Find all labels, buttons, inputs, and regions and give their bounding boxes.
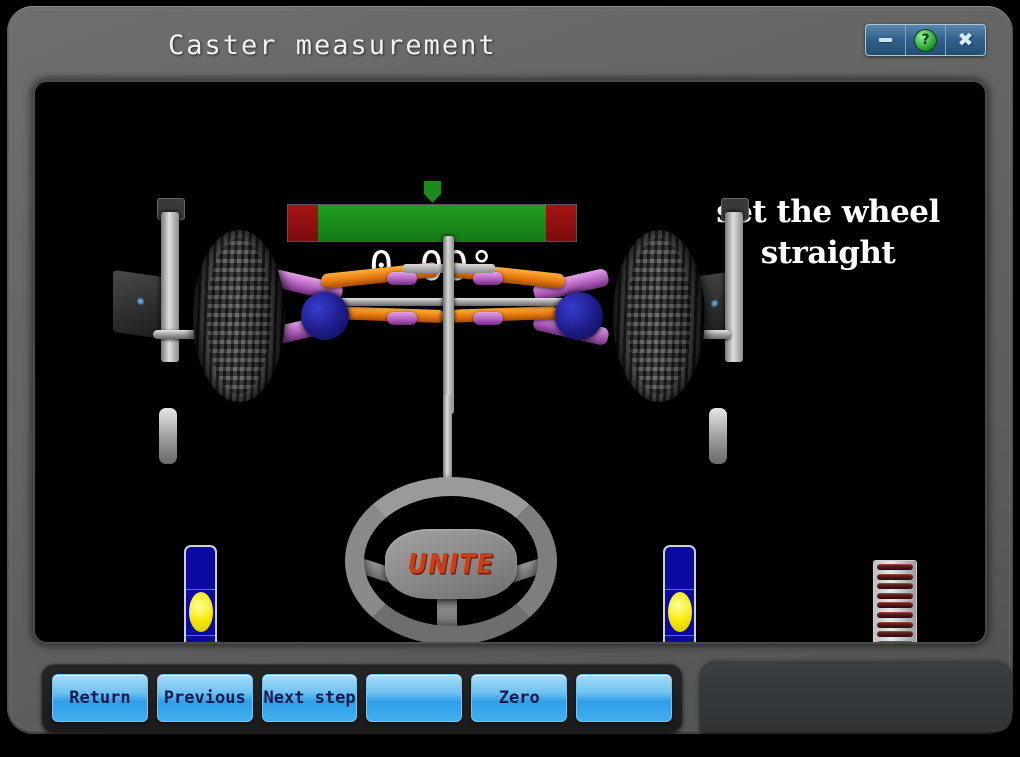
steering-column-shaft [443, 236, 454, 414]
ladder-rung [877, 640, 913, 642]
toolbar-button-blank-5[interactable] [576, 674, 672, 722]
help-icon: ? [914, 28, 937, 52]
ladder-rung [877, 573, 913, 580]
toolbar-button-zero[interactable]: Zero [471, 674, 568, 722]
minimize-button[interactable] [866, 25, 906, 55]
ladder-rung [877, 592, 913, 599]
ladder-rung [877, 583, 913, 590]
steering-wheel: UNITE [345, 395, 557, 642]
suspension-diagram [35, 198, 985, 512]
right-clamp-leg [709, 408, 727, 464]
left-wheel-clamp [161, 212, 179, 362]
right-hub [555, 292, 603, 340]
toolbar: Return Previous Next step Zero [42, 664, 682, 732]
left-hub [301, 292, 349, 340]
gauge-pointer-icon [424, 181, 441, 203]
ladder-rung [877, 602, 913, 609]
sensor-lens-icon [711, 299, 718, 308]
unite-logo: UNITE [407, 547, 495, 581]
sensor-lens-icon [137, 297, 144, 306]
level-bubble-icon [188, 592, 213, 632]
minimize-icon [879, 38, 892, 42]
left-level-indicator [184, 545, 217, 642]
right-wheel-clamp [725, 212, 743, 362]
rack-bushing-d [473, 312, 503, 325]
level-divider [665, 589, 694, 590]
level-bubble-icon [667, 592, 692, 632]
ladder-rung [877, 621, 913, 628]
level-divider [186, 589, 215, 590]
measurement-display: 0.00° set the wheel straight [35, 82, 985, 642]
left-tire [193, 230, 285, 402]
rack-bushing-b [473, 272, 503, 285]
ladder-rung [877, 564, 913, 570]
window-controls: ? ✖ [865, 24, 986, 56]
rack-bushing-a [387, 272, 417, 285]
close-button[interactable]: ✖ [946, 25, 985, 55]
level-divider [665, 635, 694, 636]
toolbar-button-return[interactable]: Return [52, 674, 148, 722]
ladder-scale [873, 560, 917, 642]
right-tire [613, 230, 705, 402]
steering-column [443, 395, 452, 487]
close-icon: ✖ [957, 28, 974, 51]
side-panel [700, 660, 1012, 732]
caster-measurement-window: Caster measurement ? ✖ 0.00° set the whe… [0, 0, 1020, 757]
toolbar-button-blank-3[interactable] [366, 674, 463, 722]
help-button[interactable]: ? [906, 25, 946, 55]
ladder-rung [877, 611, 913, 618]
level-divider [186, 635, 215, 636]
left-clamp-leg [159, 408, 177, 464]
ladder-rung [877, 631, 913, 638]
page-title: Caster measurement [168, 30, 497, 61]
rack-bushing-c [387, 312, 417, 325]
right-level-indicator [663, 545, 696, 642]
toolbar-button-previous[interactable]: Previous [156, 674, 253, 722]
steering-wheel-hub: UNITE [385, 529, 517, 599]
toolbar-button-next-step[interactable]: Next step [261, 674, 358, 722]
